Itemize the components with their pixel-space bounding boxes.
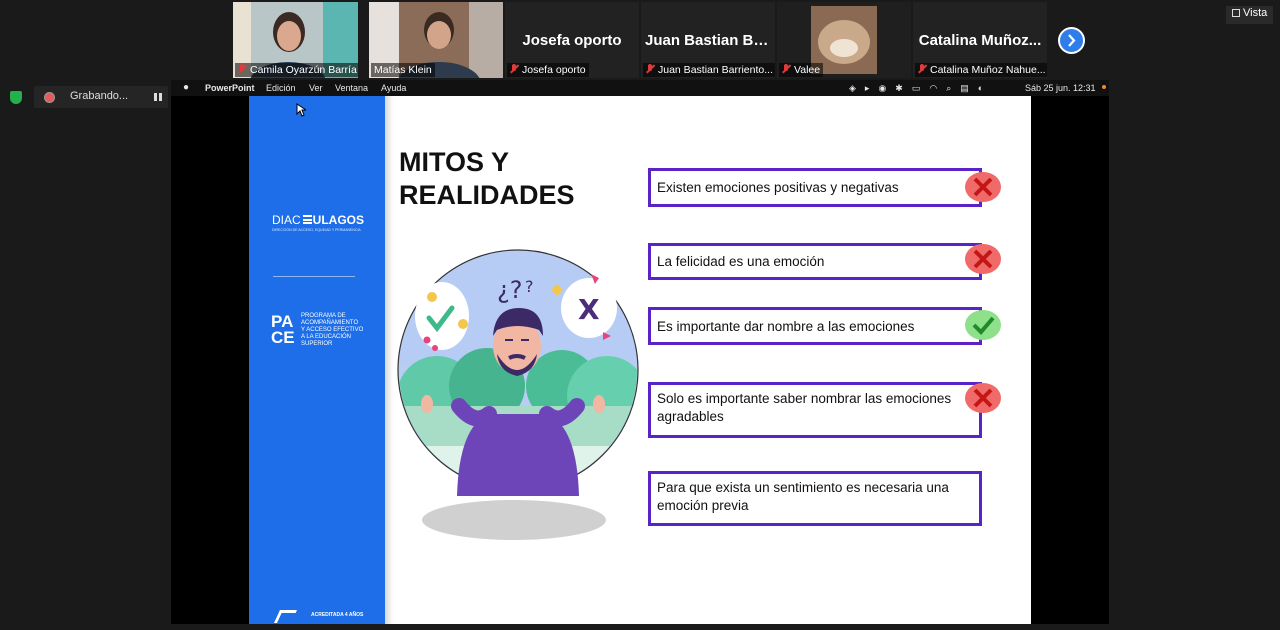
diac-ulagos-logo: DIAC ULAGOS [272,213,365,227]
presentation-slide: DIAC ULAGOS DIRECCIÓN DE ACCESO, EQUIDAD … [249,96,1031,624]
false-badge [965,244,1001,274]
recording-bar: Grabando... [34,86,168,108]
mouse-cursor-icon [296,103,306,117]
participant-name: Valee [779,63,824,77]
participant-name: Matías Klein [371,63,435,77]
false-badge [965,383,1001,413]
muted-mic-icon [238,64,247,74]
recording-label: Grabando... [70,90,129,102]
true-badge [965,310,1001,340]
statement-box-3: Es importante dar nombre a las emociones [648,307,982,345]
view-button[interactable]: Vista [1226,6,1274,24]
menu-item-ventana: Ventana [335,83,369,93]
menu-item-edicion: Edición [266,83,296,93]
svg-text:?: ? [525,277,534,296]
menu-item-ver: Ver [309,83,323,93]
cross-icon [973,249,993,269]
slide-title: MITOS Y REALIDADES [399,147,575,210]
accreditation-text: ACREDITADA 4 AÑOS [311,612,364,618]
grid-icon [1232,9,1240,17]
pace-logo: PA CE [271,312,295,347]
participant-name: Camila Oyarzún Barría [235,63,358,77]
participant-tile-1[interactable]: Camila Oyarzún Barría [233,2,358,78]
menu-item-ayuda: Ayuda [381,83,407,93]
next-participants-button[interactable] [1058,27,1085,54]
shared-screen-menubar: ● PowerPoint Edición Ver Ventana Ayuda ◈… [171,80,1109,96]
false-badge [965,172,1001,202]
chevron-right-icon [1068,34,1076,47]
menubar-status-icons: ◈▸◉✱▭◠⌕▤◐ [849,83,993,93]
pause-recording-button[interactable] [154,93,162,101]
confused-man-illustration: X ¿? ? [397,249,639,540]
statement-box-5: Para que exista un sentimiento es necesa… [648,471,982,526]
accreditation-logo [273,610,298,623]
participant-name: Juan Bastian Barriento... [643,63,775,77]
recording-dot-icon [44,92,55,103]
security-shield-icon[interactable] [10,91,22,104]
slide-sidebar: DIAC ULAGOS DIRECCIÓN DE ACCESO, EQUIDAD … [249,96,385,624]
participant-tile-6[interactable]: Catalina Muñoz... Catalina Muñoz Nahue..… [913,2,1047,78]
cross-icon [973,388,993,408]
statement-box-2: La felicidad es una emoción [648,243,982,280]
svg-text:X: X [578,293,600,326]
muted-mic-icon [782,64,791,74]
apple-icon: ● [183,82,190,93]
muted-mic-icon [646,64,655,74]
muted-mic-icon [510,64,519,74]
participant-tile-4[interactable]: Juan Bastian Ba... Juan Bastian Barrient… [641,2,775,78]
logo-subtitle: DIRECCIÓN DE ACCESO, EQUIDAD Y PERMANENC… [272,228,361,232]
participant-name: Josefa oporto [507,63,589,77]
check-icon [972,316,995,335]
status-dot-icon [1102,85,1106,89]
participant-tile-2[interactable]: Matías Klein [369,2,503,78]
statement-box-1: Existen emociones positivas y negativas [648,168,982,207]
cross-icon [973,177,993,197]
statement-box-4: Solo es importante saber nombrar las emo… [648,382,982,438]
participant-tile-3[interactable]: Josefa oporto Josefa oporto [505,2,639,78]
svg-text:¿?: ¿? [497,276,522,304]
menu-app-name: PowerPoint [205,83,255,93]
participant-tile-5[interactable]: Valee [777,2,911,78]
participant-name: Catalina Muñoz Nahue... [915,63,1047,77]
sidebar-divider [273,276,355,277]
muted-mic-icon [918,64,927,74]
participant-display-name: Catalina Muñoz... [918,32,1042,49]
pace-text: PROGRAMA DE ACOMPAÑAMIENTO Y ACCESO EFECTI… [301,313,364,347]
participant-display-name: Josefa oporto [522,32,622,49]
menubar-clock: Sáb 25 jun. 12:31 [1025,83,1096,93]
sidebar-shadow [385,96,393,624]
participant-display-name: Juan Bastian Ba... [645,32,775,49]
